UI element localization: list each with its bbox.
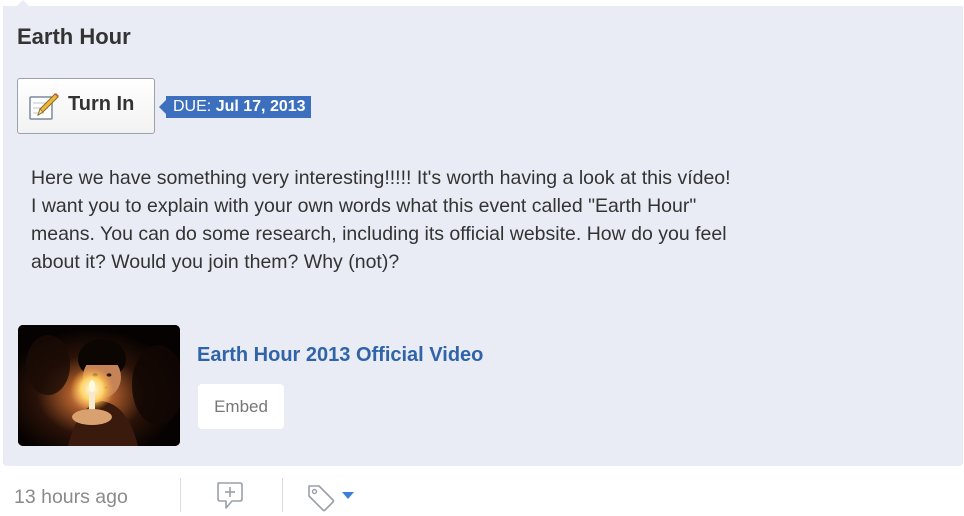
assignment-card: Earth Hour Turn In DUE: Jul 17, 2013 Her… bbox=[3, 0, 963, 466]
footer-divider bbox=[282, 478, 283, 512]
description-line: about it? Would you join them? Why (not)… bbox=[31, 251, 400, 273]
video-title-link[interactable]: Earth Hour 2013 Official Video bbox=[197, 344, 483, 367]
tag-icon[interactable] bbox=[306, 482, 336, 512]
candle-photo-image bbox=[18, 325, 180, 446]
chevron-down-icon[interactable] bbox=[342, 492, 354, 499]
video-thumbnail[interactable] bbox=[18, 325, 180, 446]
description-line: Here we have something very interesting!… bbox=[31, 167, 731, 189]
card-pointer bbox=[17, 0, 29, 6]
assignment-description: Here we have something very interesting!… bbox=[31, 164, 931, 276]
due-prefix: DUE: bbox=[173, 98, 212, 115]
description-line: I want you to explain with your own word… bbox=[31, 195, 697, 217]
embed-button[interactable]: Embed bbox=[198, 384, 284, 429]
pencil-notepad-icon bbox=[29, 93, 59, 120]
post-timestamp: 13 hours ago bbox=[14, 486, 128, 508]
comment-add-icon[interactable] bbox=[214, 480, 246, 512]
turn-in-button[interactable]: Turn In bbox=[17, 78, 155, 134]
turn-in-label: Turn In bbox=[68, 93, 135, 115]
footer-divider bbox=[180, 478, 181, 512]
due-date: Jul 17, 2013 bbox=[215, 98, 306, 115]
description-line: means. You can do some research, includi… bbox=[31, 223, 727, 245]
assignment-title: Earth Hour bbox=[17, 24, 131, 49]
due-date-badge: DUE: Jul 17, 2013 bbox=[159, 96, 311, 118]
